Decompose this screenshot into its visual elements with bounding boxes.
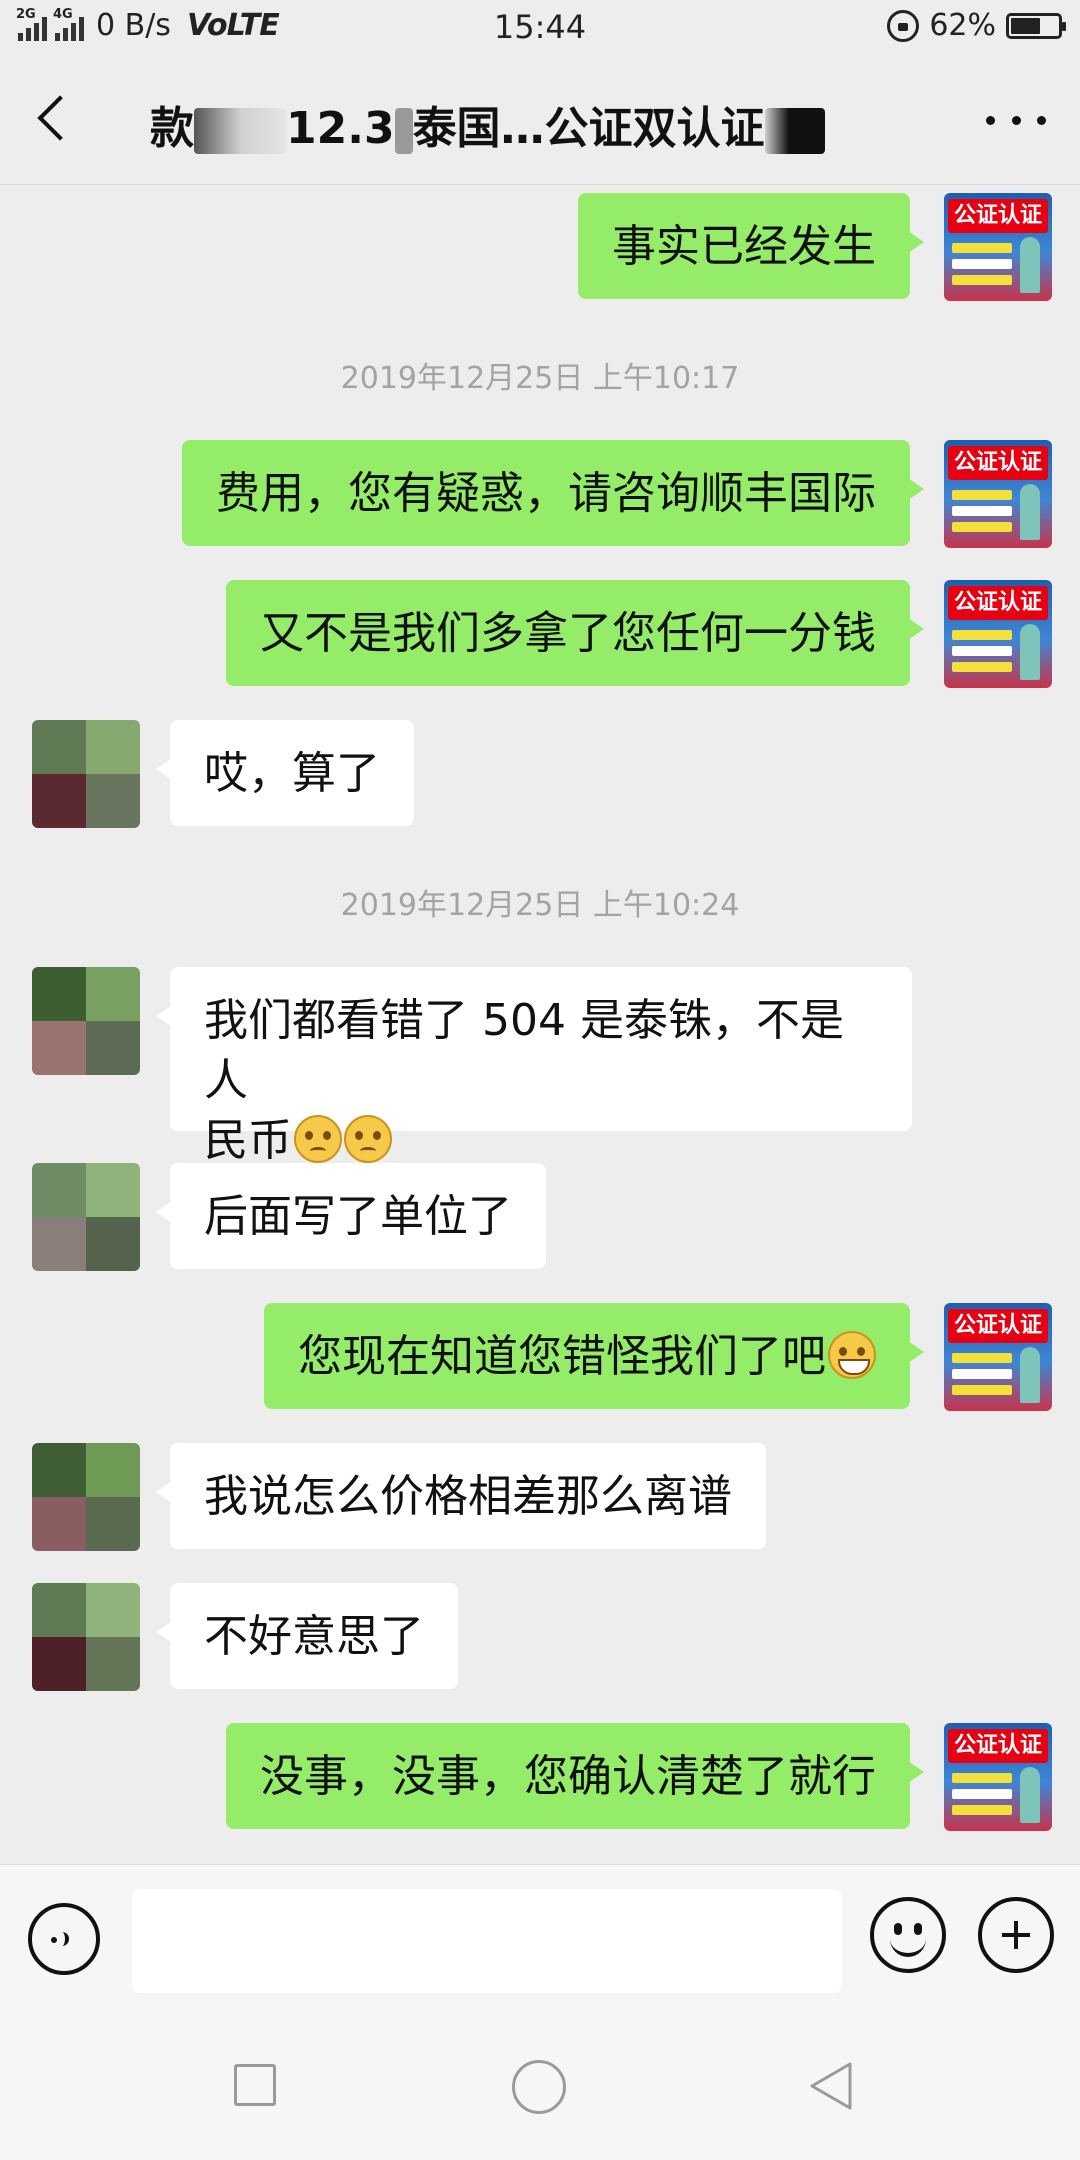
message-bubble-incoming[interactable]: 哎，算了	[156, 720, 414, 826]
message-bubble-incoming[interactable]: 不好意思了	[156, 1583, 458, 1689]
title-redaction	[194, 108, 286, 154]
battery-percent: 62%	[929, 8, 996, 43]
message-row-outgoing: 您现在知道您错怪我们了吧 公证认证	[0, 1303, 1080, 1413]
message-text: 您现在知道您错怪我们了吧	[298, 1331, 826, 1382]
battery-icon	[1006, 12, 1066, 39]
contact-avatar[interactable]	[32, 1583, 140, 1691]
message-bubble-outgoing[interactable]: 费用，您有疑惑，请咨询顺丰国际	[182, 440, 924, 546]
message-bubble-incoming[interactable]: 我说怎么价格相差那么离谱	[156, 1443, 766, 1549]
message-timestamp: 2019年12月25日 上午10:24	[340, 888, 740, 923]
message-text: 没事，没事，您确认清楚了就行	[260, 1751, 876, 1802]
chat-title-part3: 泰国…公证双认证	[412, 103, 765, 154]
dizzy-face-emoji-icon	[294, 1115, 342, 1163]
message-text: 后面写了单位了	[204, 1191, 512, 1242]
avatar-badge-text: 公证认证	[948, 1309, 1048, 1343]
avatar-badge-text: 公证认证	[948, 586, 1048, 620]
message-row-outgoing: 没事，没事，您确认清楚了就行 公证认证	[0, 1723, 1080, 1833]
title-redaction	[764, 108, 825, 154]
message-row-incoming: 我说怎么价格相差那么离谱	[0, 1443, 1080, 1553]
contact-avatar[interactable]	[32, 967, 140, 1075]
my-avatar[interactable]: 公证认证	[944, 580, 1052, 688]
message-text: 我们都看错了 504 是泰铢，不是人	[204, 995, 844, 1106]
title-redaction	[394, 108, 413, 154]
status-right: 62%	[887, 8, 1066, 43]
message-timestamp: 2019年12月25日 上午10:17	[340, 361, 740, 396]
my-avatar[interactable]: 公证认证	[944, 1303, 1052, 1411]
avatar-badge-text: 公证认证	[948, 446, 1048, 480]
battery-fill	[1011, 17, 1040, 34]
recent-apps-square-icon[interactable]	[234, 2064, 276, 2106]
message-row-incoming: 不好意思了	[0, 1583, 1080, 1693]
back-triangle-icon[interactable]	[806, 2060, 856, 2112]
message-text: 又不是我们多拿了您任何一分钱	[260, 608, 876, 659]
chat-title: 款 12.3 泰国…公证双认证	[150, 92, 910, 156]
message-row-incoming: 后面写了单位了	[0, 1163, 1080, 1273]
status-bar: 2G 4G 0 B/s VoLTE 15:44 62%	[0, 0, 1080, 56]
system-navigation-bar	[0, 2012, 1080, 2160]
message-bubble-outgoing[interactable]: 没事，没事，您确认清楚了就行	[226, 1723, 924, 1829]
message-bubble-outgoing[interactable]: 事实已经发生	[578, 193, 924, 299]
chat-title-part1: 款	[150, 103, 194, 154]
rotation-lock-icon	[887, 9, 920, 42]
message-row-incoming: 我们都看错了 504 是泰铢，不是人 民币	[0, 967, 1080, 1166]
message-input[interactable]	[132, 1889, 842, 1993]
avatar-badge-text: 公证认证	[948, 199, 1048, 233]
chat-header: 款 12.3 泰国…公证双认证	[0, 56, 1080, 185]
emoji-icon[interactable]	[870, 1897, 946, 1973]
chat-messages: 事实已经发生 公证认证 2019年12月25日 上午10:17 费用，您有疑惑，…	[0, 185, 1080, 1865]
message-text: 哎，算了	[204, 748, 380, 799]
message-row-outgoing: 又不是我们多拿了您任何一分钱 公证认证	[0, 580, 1080, 690]
contact-avatar[interactable]	[32, 1443, 140, 1551]
more-dots-icon[interactable]	[986, 100, 1046, 140]
message-row-outgoing: 费用，您有疑惑，请咨询顺丰国际 公证认证	[0, 440, 1080, 550]
avatar-badge-text: 公证认证	[948, 1729, 1048, 1763]
my-avatar[interactable]: 公证认证	[944, 1723, 1052, 1831]
message-input-bar	[0, 1864, 1080, 2013]
grinning-face-emoji-icon	[828, 1331, 876, 1379]
message-text: 不好意思了	[204, 1611, 424, 1662]
message-bubble-incoming[interactable]: 我们都看错了 504 是泰铢，不是人 民币	[156, 967, 912, 1166]
contact-avatar[interactable]	[32, 1163, 140, 1271]
message-bubble-outgoing[interactable]: 又不是我们多拿了您任何一分钱	[226, 580, 924, 686]
message-row-incoming: 哎，算了	[0, 720, 1080, 830]
back-arrow-icon[interactable]	[28, 86, 88, 146]
plus-icon[interactable]	[978, 1897, 1054, 1973]
message-text: 民币	[204, 1115, 292, 1166]
my-avatar[interactable]: 公证认证	[944, 440, 1052, 548]
contact-avatar[interactable]	[32, 720, 140, 828]
my-avatar[interactable]: 公证认证	[944, 193, 1052, 301]
message-bubble-outgoing[interactable]: 您现在知道您错怪我们了吧	[264, 1303, 924, 1409]
message-text: 费用，您有疑惑，请咨询顺丰国际	[216, 468, 876, 519]
message-text: 我说怎么价格相差那么离谱	[204, 1471, 732, 1522]
voice-icon[interactable]	[28, 1903, 100, 1975]
dizzy-face-emoji-icon	[344, 1115, 392, 1163]
chat-title-part2: 12.3	[286, 103, 395, 154]
message-row-outgoing: 事实已经发生 公证认证	[0, 185, 1080, 301]
message-text: 事实已经发生	[612, 221, 876, 272]
message-bubble-incoming[interactable]: 后面写了单位了	[156, 1163, 546, 1269]
home-circle-icon[interactable]	[512, 2060, 566, 2114]
